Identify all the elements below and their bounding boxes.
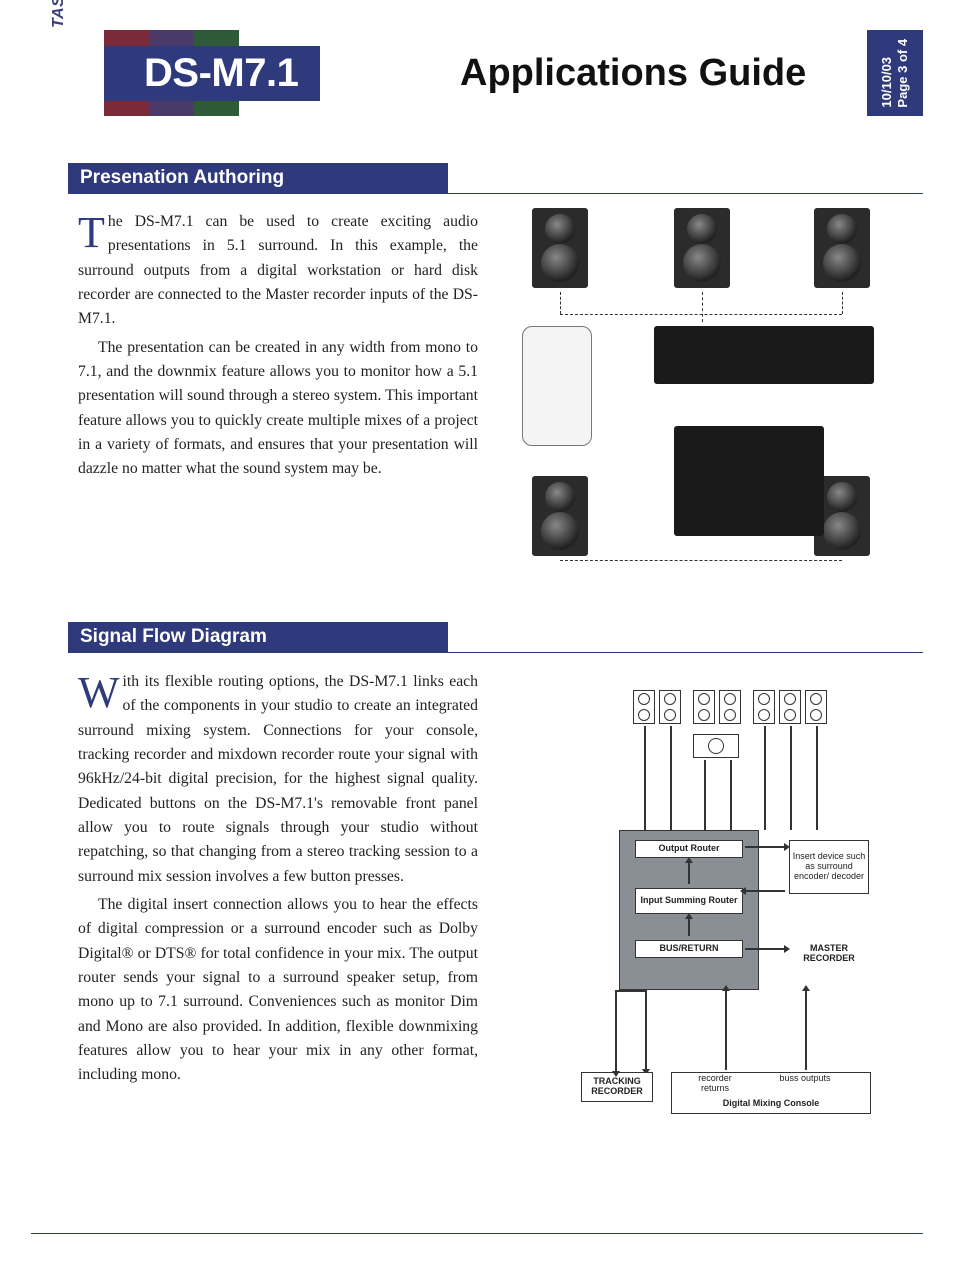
box-insert: Insert device such as surround encoder/ … <box>789 840 869 894</box>
speaker-icon <box>814 208 870 288</box>
model-badge: DS-M7.1 <box>104 46 320 101</box>
s2-p1: ith its flexible routing options, the DS… <box>78 673 478 885</box>
figure-presentation-setup <box>514 208 890 568</box>
signal-line <box>842 292 843 314</box>
computer-icon <box>522 326 592 446</box>
doc-date: 10/10/03 <box>879 57 894 108</box>
speaker-icon <box>633 690 655 724</box>
brand-logo: TASCAM <box>50 0 68 28</box>
section-heading-signal-flow: Signal Flow Diagram <box>68 622 448 652</box>
rack-unit-icon <box>654 326 874 384</box>
mixer-icon <box>674 426 824 536</box>
signal-line <box>702 292 703 322</box>
section-rule <box>68 193 923 194</box>
speaker-icon <box>719 690 741 724</box>
section2-body: With its flexible routing options, the D… <box>78 670 478 1092</box>
dropcap: W <box>78 670 123 711</box>
speaker-icon <box>693 690 715 724</box>
box-bus-return: BUS/RETURN <box>635 940 743 958</box>
section-rule <box>68 652 923 653</box>
speaker-icon <box>532 476 588 556</box>
doc-page: Page 3 of 4 <box>895 39 910 108</box>
s1-p2: The presentation can be created in any w… <box>78 336 478 482</box>
speaker-icon <box>659 690 681 724</box>
section1-body: The DS-M7.1 can be used to create exciti… <box>78 210 478 486</box>
section-heading-presentation: Presenation Authoring <box>68 163 448 193</box>
label-console: Digital Mixing Console <box>723 1099 820 1109</box>
label-master-recorder: MASTER RECORDER <box>789 944 869 964</box>
signal-line <box>560 314 842 315</box>
s2-p2: The digital insert connection allows you… <box>78 893 478 1088</box>
dropcap: T <box>78 210 108 251</box>
signal-line <box>560 560 842 561</box>
model-text: DS-M7.1 <box>144 51 298 96</box>
label-buss-outputs: buss outputs <box>775 1074 835 1084</box>
label-recorder-returns: recorder returns <box>685 1074 745 1094</box>
page-bottom-rule <box>31 1233 923 1234</box>
page-date-tab: 10/10/03 Page 3 of 4 <box>867 30 923 116</box>
s1-p1: he DS-M7.1 can be used to create excitin… <box>78 213 478 327</box>
speaker-icon <box>779 690 801 724</box>
figure-signal-flow-diagram: Output Router Input Summing Router BUS/R… <box>575 690 885 1130</box>
subwoofer-icon <box>693 734 739 758</box>
box-input-summing: Input Summing Router <box>635 888 743 914</box>
speaker-icon <box>805 690 827 724</box>
speaker-icon <box>674 208 730 288</box>
doc-title: Applications Guide <box>460 52 806 95</box>
signal-line <box>560 292 561 314</box>
speaker-icon <box>753 690 775 724</box>
speaker-icon <box>532 208 588 288</box>
box-output-router: Output Router <box>635 840 743 858</box>
